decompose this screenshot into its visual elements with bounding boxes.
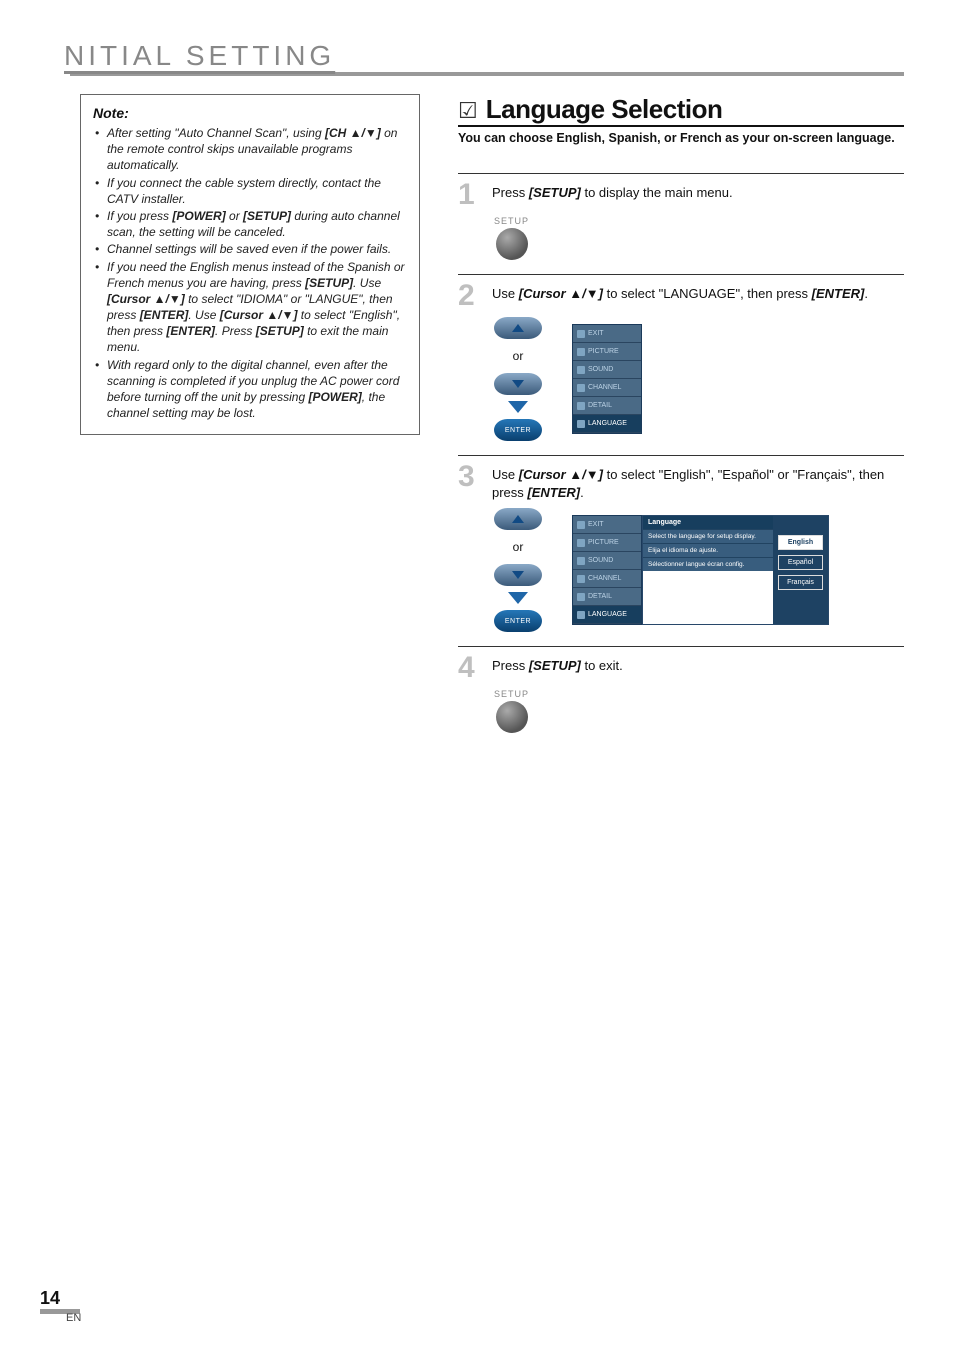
setup-button-graphic: SETUP (494, 689, 529, 733)
menu-item-exit: EXIT (573, 516, 641, 534)
cursor-up-icon (494, 317, 542, 339)
sound-icon (577, 366, 585, 374)
osd-menu: EXIT PICTURE SOUND CHANNEL DETAIL LANGUA… (572, 324, 642, 434)
osd-language-panel: EXIT PICTURE SOUND CHANNEL DETAIL LANGUA… (572, 515, 829, 625)
step-number: 2 (458, 281, 480, 311)
round-button-icon (496, 701, 528, 733)
step-3: 3 Use [Cursor ▲/▼] to select "English", … (458, 455, 904, 632)
menu-item-picture: PICTURE (573, 343, 641, 361)
menu-item-sound: SOUND (573, 552, 641, 570)
language-option-espanol: Español (778, 555, 823, 570)
page-number: 14 (40, 1288, 80, 1314)
or-label: or (513, 540, 524, 554)
language-desc-fr: Sélectionner langue écran config. (643, 557, 773, 571)
check-icon: ☑ (458, 98, 478, 124)
step-number: 3 (458, 462, 480, 492)
note-box: Note: After setting "Auto Channel Scan",… (80, 94, 420, 435)
cursor-arrows-graphic: or ENTER (494, 508, 542, 632)
step-4: 4 Press [SETUP] to exit. SETUP (458, 646, 904, 733)
cursor-down-icon (494, 373, 542, 395)
page-footer: 14 EN (40, 1288, 81, 1324)
note-list: After setting "Auto Channel Scan", using… (93, 125, 407, 421)
osd-menu: EXIT PICTURE SOUND CHANNEL DETAIL LANGUA… (572, 515, 642, 625)
step-text: Use [Cursor ▲/▼] to select "LANGUAGE", t… (492, 281, 868, 303)
menu-item-detail: DETAIL (573, 397, 641, 415)
section-subtitle: You can choose English, Spanish, or Fren… (458, 131, 904, 145)
menu-item-language: LANGUAGE (573, 415, 641, 433)
note-item: After setting "Auto Channel Scan", using… (93, 125, 407, 174)
setup-label: SETUP (494, 216, 529, 226)
language-icon (577, 611, 585, 619)
language-icon (577, 420, 585, 428)
exit-icon (577, 521, 585, 529)
channel-icon (577, 384, 585, 392)
menu-item-language: LANGUAGE (573, 606, 641, 624)
note-item: If you need the English menus instead of… (93, 259, 407, 356)
picture-icon (577, 539, 585, 547)
arrow-down-icon (508, 401, 528, 413)
step-text: Press [SETUP] to exit. (492, 653, 623, 675)
language-options-panel: Language Select the language for setup d… (642, 515, 829, 625)
language-desc-es: Elija el idioma de ajuste. (643, 543, 773, 557)
step-text: Press [SETUP] to display the main menu. (492, 180, 733, 202)
step-2: 2 Use [Cursor ▲/▼] to select "LANGUAGE",… (458, 274, 904, 441)
note-item: With regard only to the digital channel,… (93, 357, 407, 422)
note-heading: Note: (93, 105, 407, 121)
section-title: Language Selection (486, 94, 723, 125)
page-language: EN (66, 1312, 81, 1324)
or-label: or (513, 349, 524, 363)
language-option-francais: Français (778, 575, 823, 590)
round-button-icon (496, 228, 528, 260)
step-number: 4 (458, 653, 480, 683)
cursor-down-icon (494, 564, 542, 586)
language-desc-en: Select the language for setup display. (643, 529, 773, 543)
cursor-arrows-graphic: or ENTER (494, 317, 542, 441)
header-title: NITIAL SETTING (64, 40, 904, 72)
step-text: Use [Cursor ▲/▼] to select "English", "E… (492, 462, 904, 502)
picture-icon (577, 348, 585, 356)
menu-item-exit: EXIT (573, 325, 641, 343)
step-number: 1 (458, 180, 480, 210)
cursor-up-icon (494, 508, 542, 530)
page-header: NITIAL SETTING (70, 40, 904, 76)
language-option-english: English (778, 535, 823, 550)
setup-button-graphic: SETUP (494, 216, 529, 260)
note-item: If you connect the cable system directly… (93, 175, 407, 207)
menu-item-picture: PICTURE (573, 534, 641, 552)
note-item: If you press [POWER] or [SETUP] during a… (93, 208, 407, 240)
step-1: 1 Press [SETUP] to display the main menu… (458, 173, 904, 260)
enter-button-icon: ENTER (494, 610, 542, 632)
setup-label: SETUP (494, 689, 529, 699)
channel-icon (577, 575, 585, 583)
detail-icon (577, 593, 585, 601)
enter-button-icon: ENTER (494, 419, 542, 441)
menu-item-detail: DETAIL (573, 588, 641, 606)
section-heading-row: ☑ Language Selection (458, 94, 904, 127)
arrow-down-icon (508, 592, 528, 604)
menu-item-channel: CHANNEL (573, 570, 641, 588)
exit-icon (577, 330, 585, 338)
language-heading: Language (643, 516, 773, 529)
sound-icon (577, 557, 585, 565)
detail-icon (577, 402, 585, 410)
menu-item-channel: CHANNEL (573, 379, 641, 397)
note-item: Channel settings will be saved even if t… (93, 241, 407, 257)
menu-item-sound: SOUND (573, 361, 641, 379)
